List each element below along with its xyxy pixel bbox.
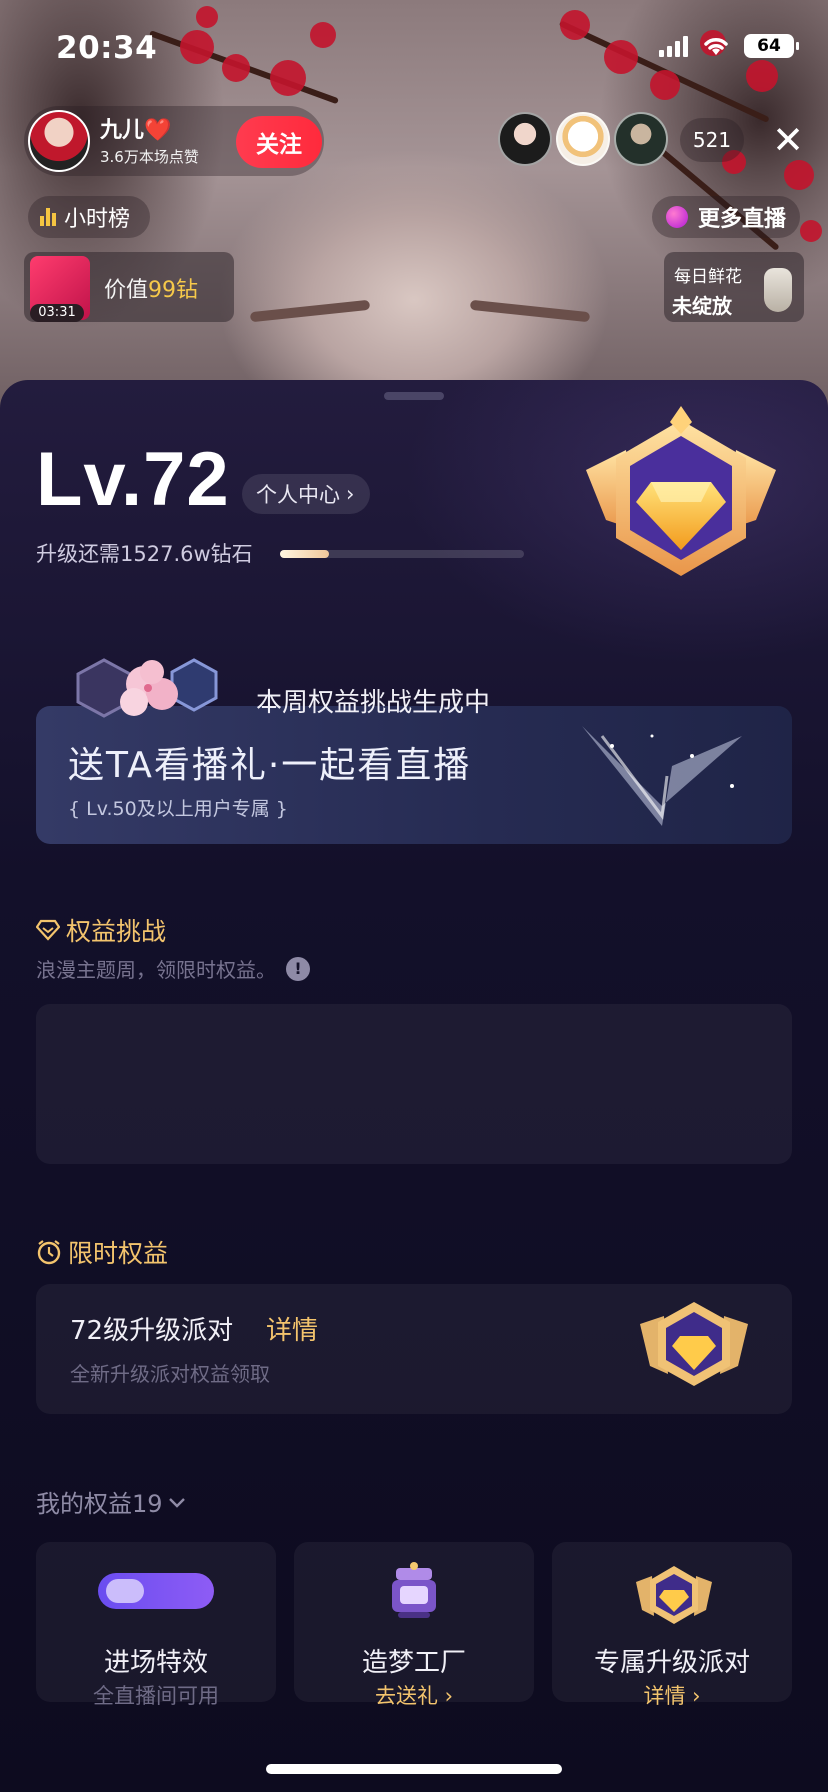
status-icons: 64 [659, 34, 799, 58]
limited-title-text: 限时权益 [68, 1239, 169, 1268]
tile-label: 造梦工厂 [361, 1648, 466, 1678]
upgrade-requirement: 升级还需1527.6w钻石 [36, 542, 253, 566]
banner-title: 送TA看播礼·一起看直播 [68, 745, 472, 786]
viewer-count[interactable]: 521 [680, 118, 744, 162]
gift-timer: 03:31 [30, 304, 84, 322]
challenge-subtitle: 浪漫主题周，领限时权益。 ! [36, 954, 310, 983]
more-live-icon [665, 206, 688, 228]
daily-flower-title: 每日鲜花 [674, 267, 742, 287]
level-panel: Lv.72 个人中心 › 升级还需1527.6w钻石 送TA看播礼·一起看直播 … [0, 380, 828, 1792]
challenge-subtitle-text: 浪漫主题周，领限时权益。 [36, 958, 276, 982]
tile-subtitle: 全直播间可用 [93, 1684, 219, 1708]
vase-icon [764, 268, 792, 312]
drag-handle[interactable] [384, 392, 444, 400]
gift-value: 价值99钻 [104, 272, 198, 304]
home-indicator[interactable] [266, 1764, 562, 1774]
tile-subtitle-text: 去送礼 [374, 1684, 438, 1708]
viewer-avatar[interactable] [498, 112, 552, 166]
gift-value-amount: 99钻 [148, 278, 199, 303]
hourly-rank-button[interactable]: 小时榜 [28, 196, 151, 238]
dream-machine-icon [392, 1562, 436, 1618]
level-progress-bar [280, 550, 524, 558]
level-badge-icon [586, 406, 776, 576]
level-progress-fill [280, 550, 329, 558]
challenge-status: 本周权益挑战生成中 [256, 688, 491, 718]
battery-icon: 64 [744, 34, 799, 58]
upgrade-party-subtitle: 全新升级派对权益领取 [70, 1362, 270, 1386]
party-badge-icon [640, 1302, 748, 1386]
upgrade-party-detail-link[interactable]: 详情 [266, 1310, 318, 1347]
banner-subtitle: { Lv.50及以上用户专属 } [68, 798, 288, 820]
chevron-right-icon: › [444, 1684, 454, 1708]
chevron-down-icon [168, 1497, 185, 1508]
close-icon[interactable]: ✕ [766, 118, 810, 162]
my-rights-label: 我的权益19 [36, 1490, 163, 1518]
more-live-label: 更多直播 [697, 207, 786, 232]
rank-bars-icon [40, 208, 56, 226]
wifi-icon [704, 38, 728, 55]
tile-label: 专属升级派对 [593, 1648, 750, 1678]
challenge-title-text: 权益挑战 [66, 917, 167, 946]
chevron-right-icon: › [692, 1684, 701, 1708]
viewer-avatar[interactable] [556, 112, 610, 166]
challenge-card[interactable] [36, 1004, 792, 1164]
more-live-button[interactable]: 更多直播 [651, 196, 800, 238]
cherry-blossom-badge-icon [76, 658, 218, 718]
viewer-avatar[interactable] [614, 112, 668, 166]
tile-subtitle-text: 详情 [643, 1684, 686, 1708]
personal-center-label: 个人中心 [256, 483, 340, 507]
tile-label: 进场特效 [103, 1648, 208, 1678]
host-avatar[interactable] [28, 110, 90, 172]
challenge-section-title: 权益挑战 [36, 912, 166, 948]
status-time: 20:34 [56, 30, 158, 66]
tile-subtitle[interactable]: 详情 › [552, 1680, 792, 1710]
limited-section-title: 限时权益 [36, 1234, 168, 1270]
rank-label: 小时榜 [64, 207, 131, 232]
host-likes: 3.6万本场点赞 [100, 148, 199, 166]
sparkle-v-logo-icon [582, 726, 742, 826]
follow-button[interactable]: 关注 [236, 116, 322, 168]
tile-subtitle[interactable]: 去送礼 › [294, 1680, 534, 1710]
banner-subtitle-text: Lv.50及以上用户专属 [86, 798, 270, 820]
entrance-effect-icon [98, 1573, 214, 1609]
upgrade-party-title: 72级升级派对 [70, 1316, 234, 1346]
level-label: Lv.72 [36, 437, 230, 522]
daily-flower-status: 未绽放 [672, 294, 732, 318]
chevron-right-icon: › [346, 482, 355, 506]
diamond-icon [36, 919, 60, 941]
signal-icon [659, 35, 688, 57]
alarm-clock-icon [37, 1240, 61, 1265]
gift-value-prefix: 价值 [104, 278, 149, 303]
upgrade-party-badge-icon [636, 1566, 712, 1624]
host-name: 九儿❤️ [100, 118, 172, 143]
my-rights-dropdown[interactable]: 我的权益19 [36, 1484, 187, 1519]
personal-center-button[interactable]: 个人中心 › [242, 474, 371, 514]
info-icon[interactable]: ! [286, 956, 310, 981]
